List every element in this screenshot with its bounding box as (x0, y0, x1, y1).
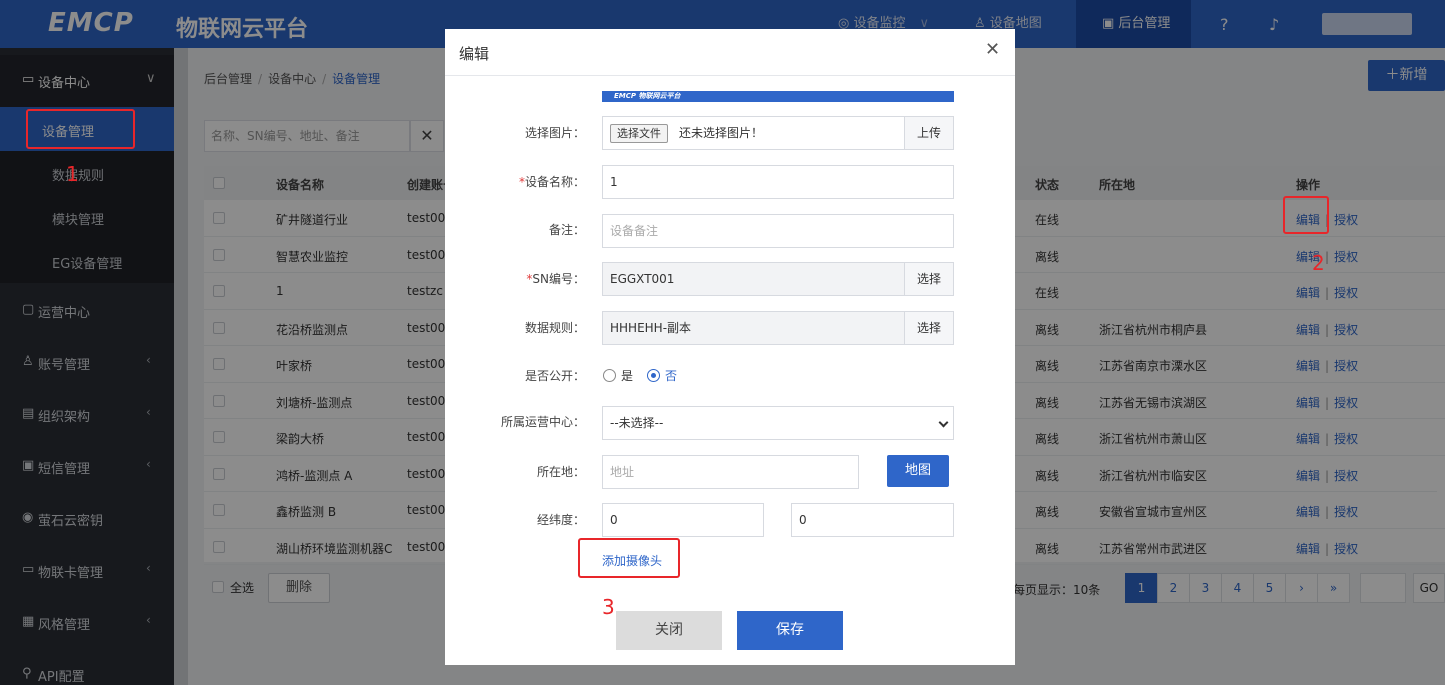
edit-dialog: 编辑 ✕ EMCP 物联网云平台 选择图片： 选择文件 还未选择图片！ 上传 *… (445, 29, 1015, 665)
radio-public-yes[interactable] (603, 369, 616, 382)
annotation-number: 2 (1312, 251, 1325, 275)
data-rule-input[interactable]: HHHEHH-副本 (602, 311, 905, 345)
chevron-down-icon (938, 417, 949, 428)
map-button[interactable]: 地图 (887, 455, 949, 487)
field-label: 经纬度： (536, 513, 585, 527)
annotation-box (578, 538, 680, 578)
address-input[interactable]: 地址 (602, 455, 859, 489)
annotation-box (26, 109, 135, 149)
device-name-input[interactable]: 1 (602, 165, 954, 199)
file-input[interactable]: 选择文件 还未选择图片！ (602, 116, 905, 150)
close-button[interactable]: 关闭 (616, 611, 722, 650)
file-status: 还未选择图片！ (679, 126, 764, 140)
field-label: 所属运营中心： (500, 415, 585, 429)
field-label: 所在地： (536, 465, 585, 479)
field-label: 数据规则： (524, 321, 585, 335)
annotation-number: 1 (66, 162, 79, 186)
field-label: 选择图片： (524, 126, 585, 140)
operations-center-select[interactable]: --未选择-- (602, 406, 954, 440)
radio-label: 是 (621, 369, 634, 383)
image-preview: EMCP 物联网云平台 (602, 91, 954, 102)
divider (445, 75, 1015, 76)
sn-input[interactable]: EGGXT001 (602, 262, 905, 296)
choose-file-button[interactable]: 选择文件 (610, 124, 668, 143)
annotation-number: 3 (602, 595, 615, 619)
latitude-input[interactable]: 0 (791, 503, 954, 537)
field-label: *SN编号： (526, 272, 585, 286)
upload-button[interactable]: 上传 (904, 116, 954, 150)
remark-input[interactable]: 设备备注 (602, 214, 954, 248)
field-label: *设备名称： (518, 175, 585, 189)
longitude-input[interactable]: 0 (602, 503, 764, 537)
annotation-box (1283, 196, 1329, 234)
dialog-title: 编辑 (459, 45, 490, 63)
field-label: 备注： (548, 223, 585, 237)
save-button[interactable]: 保存 (737, 611, 843, 650)
choose-sn-button[interactable]: 选择 (904, 262, 954, 296)
field-label: 是否公开： (524, 369, 585, 383)
choose-rule-button[interactable]: 选择 (904, 311, 954, 345)
radio-public-no[interactable] (647, 369, 660, 382)
radio-label: 否 (665, 369, 678, 383)
close-icon[interactable]: ✕ (985, 39, 1000, 60)
